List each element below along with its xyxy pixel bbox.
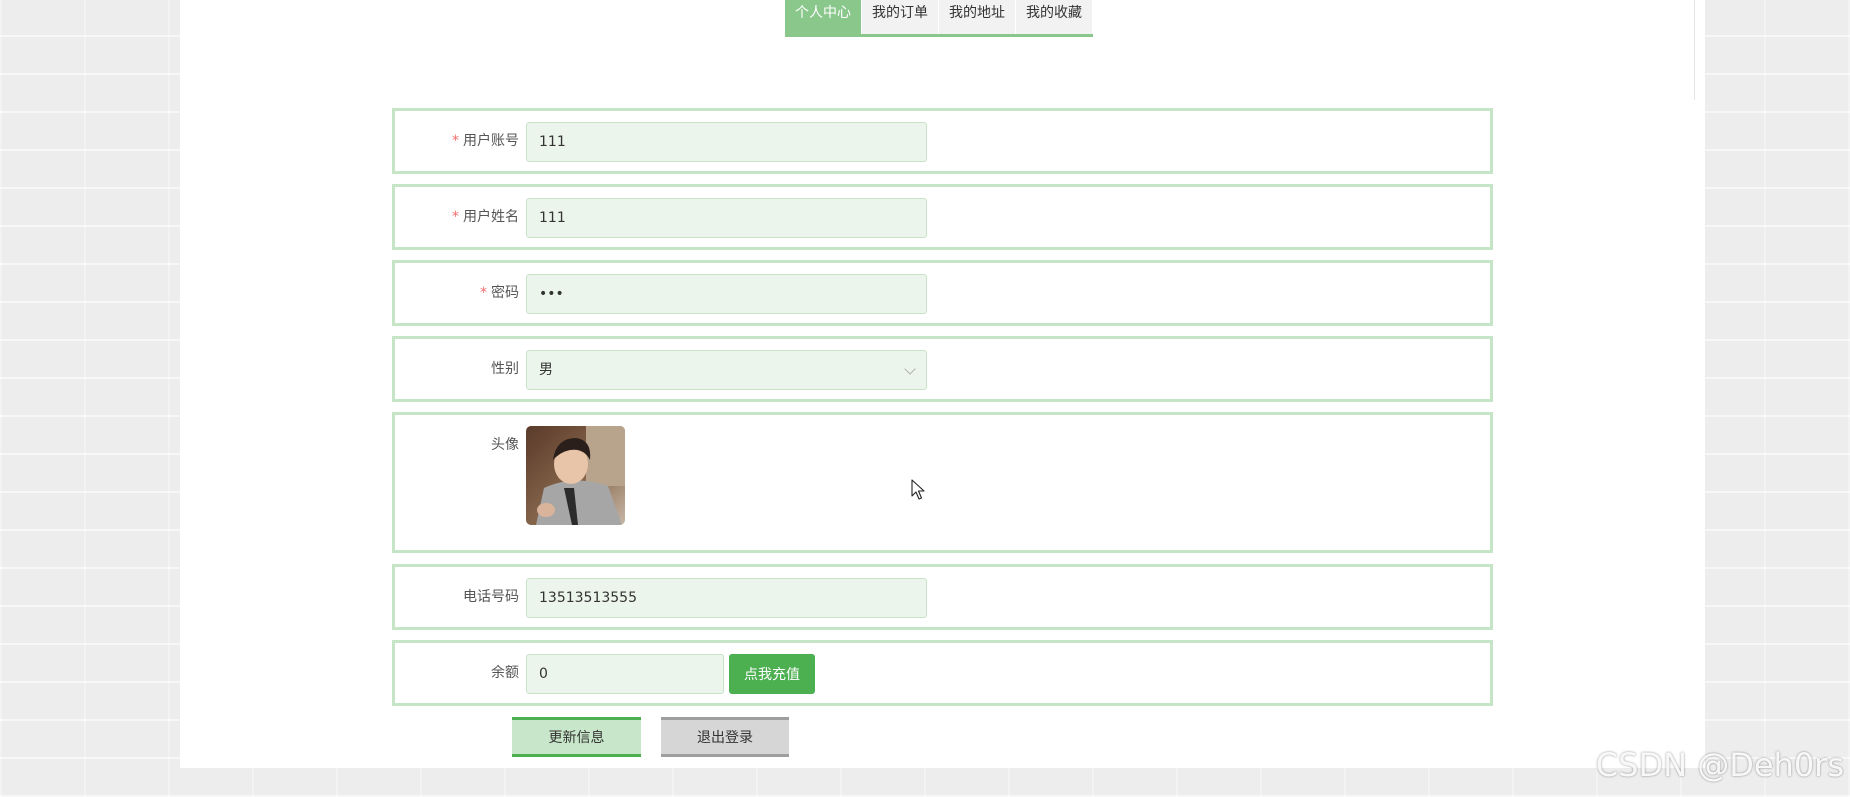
account-label: * 用户账号: [452, 133, 519, 149]
phone-input[interactable]: [526, 578, 927, 618]
account-input[interactable]: [526, 122, 927, 162]
watermark: CSDN @Deh0rs: [1595, 746, 1844, 784]
password-input[interactable]: [526, 274, 927, 314]
form-row-avatar: 头像: [392, 412, 1493, 553]
form-row-password: * 密码: [392, 260, 1493, 326]
name-label: * 用户姓名: [452, 209, 519, 225]
required-mark: *: [452, 209, 459, 225]
update-info-button[interactable]: 更新信息: [512, 717, 641, 757]
mouse-pointer-icon: [911, 479, 925, 500]
required-mark: *: [480, 285, 487, 301]
name-input[interactable]: [526, 198, 927, 238]
balance-input[interactable]: [526, 654, 724, 694]
logout-button[interactable]: 退出登录: [661, 717, 789, 757]
gender-selected-value: 男: [539, 362, 553, 378]
form-row-gender: 性别 男: [392, 336, 1493, 402]
tab-my-address[interactable]: 我的地址: [939, 0, 1016, 34]
gender-select[interactable]: 男: [526, 350, 927, 390]
avatar-image[interactable]: [526, 426, 625, 525]
form-row-name: * 用户姓名: [392, 184, 1493, 250]
gender-label: 性别: [491, 361, 519, 377]
tab-my-favorites[interactable]: 我的收藏: [1016, 0, 1093, 34]
form-row-phone: 电话号码: [392, 564, 1493, 630]
divider: [1694, 0, 1695, 100]
phone-label: 电话号码: [463, 589, 519, 605]
avatar-photo: [526, 426, 625, 525]
tab-personal-center[interactable]: 个人中心: [785, 0, 862, 34]
balance-label: 余额: [491, 665, 519, 681]
avatar-label: 头像: [491, 437, 519, 453]
password-label: * 密码: [480, 285, 519, 301]
recharge-button[interactable]: 点我充值: [729, 654, 815, 694]
form-row-balance: 余额 点我充值: [392, 640, 1493, 706]
chevron-down-icon: [904, 363, 916, 375]
tab-my-orders[interactable]: 我的订单: [862, 0, 939, 34]
form-row-account: * 用户账号: [392, 108, 1493, 174]
required-mark: *: [452, 133, 459, 149]
tab-bar: 个人中心 我的订单 我的地址 我的收藏: [785, 0, 1093, 37]
